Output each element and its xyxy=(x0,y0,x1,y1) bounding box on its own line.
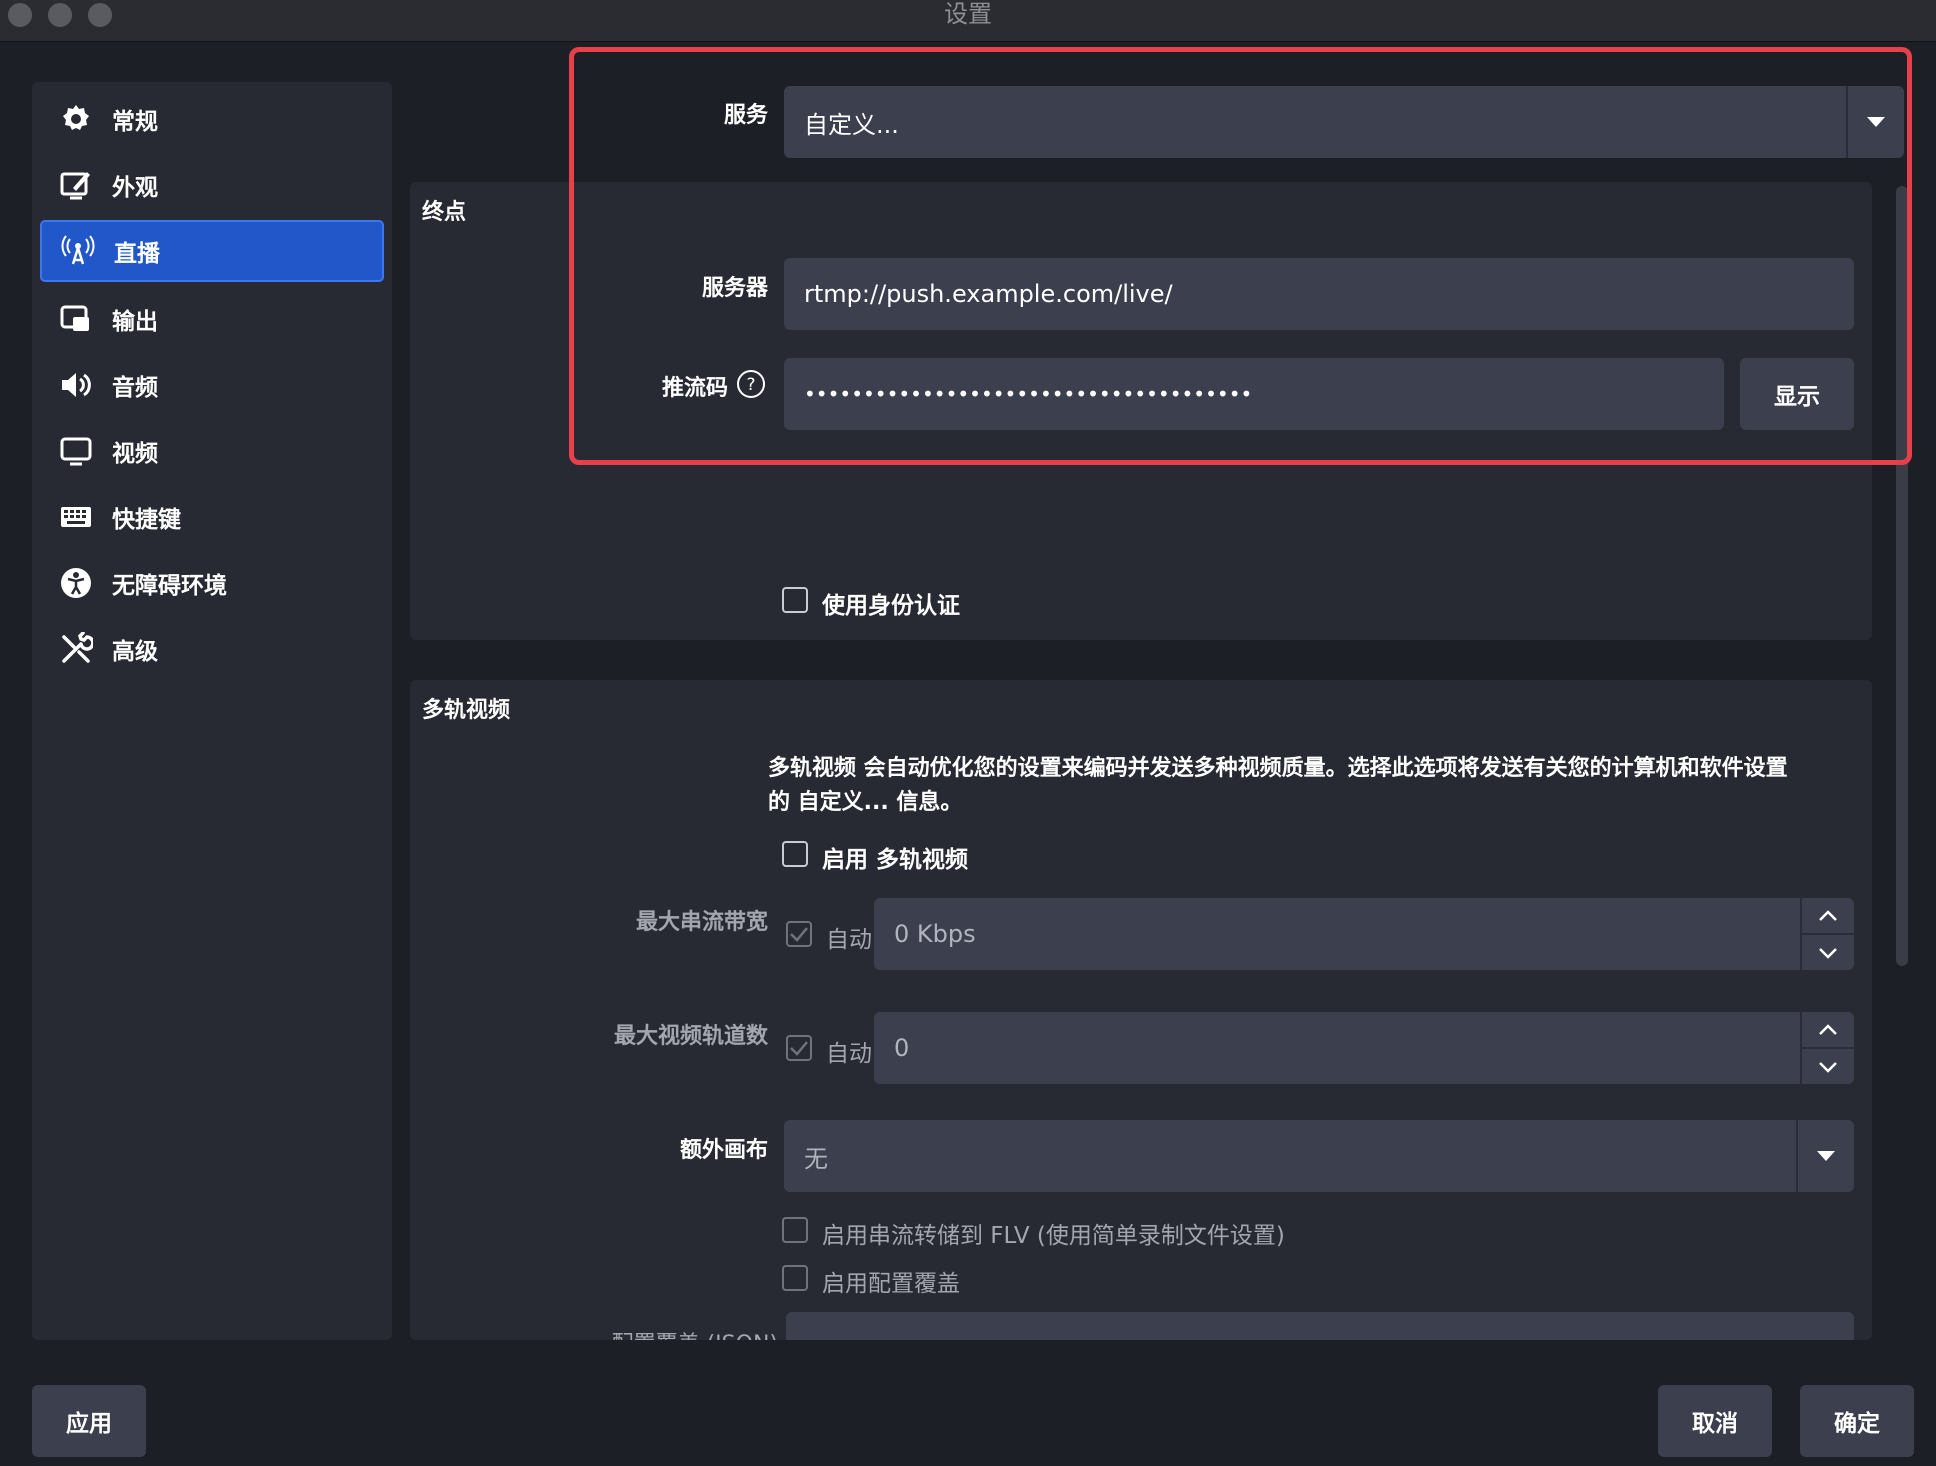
checkmark-icon xyxy=(790,1041,808,1056)
max-bitrate-spinbox[interactable]: 0 Kbps xyxy=(874,898,1854,970)
svg-text:?: ? xyxy=(746,375,755,395)
max-bitrate-label: 最大串流带宽 xyxy=(635,910,768,935)
broadcast-icon xyxy=(60,233,96,269)
sidebar-item-hotkeys[interactable]: 快捷键 xyxy=(40,486,384,548)
help-icon[interactable]: ? xyxy=(736,369,766,403)
stream-key-label: 推流码 xyxy=(661,376,728,401)
chevron-up-icon[interactable] xyxy=(1802,898,1854,933)
config-override-checkbox[interactable] xyxy=(782,1265,808,1291)
endpoint-group-title: 终点 xyxy=(422,200,467,225)
sidebar-item-label: 无障碍环境 xyxy=(112,573,227,599)
multitrack-description: 多轨视频 会自动优化您的设置来编码并发送多种视频质量。选择此选项将发送有关您的计… xyxy=(768,752,1868,820)
max-bitrate-auto-checkbox[interactable] xyxy=(786,921,812,947)
appearance-icon xyxy=(58,167,94,203)
sidebar-item-label: 外观 xyxy=(112,175,158,201)
chevron-down-icon xyxy=(1796,1120,1854,1192)
extra-canvas-dropdown[interactable]: 无 xyxy=(784,1120,1854,1192)
sidebar-item-appearance[interactable]: 外观 xyxy=(40,154,384,216)
sidebar-item-label: 音频 xyxy=(112,375,158,401)
gear-icon xyxy=(58,101,94,137)
sidebar-item-audio[interactable]: 音频 xyxy=(40,354,384,416)
ok-button[interactable]: 确定 xyxy=(1800,1385,1914,1457)
tools-icon xyxy=(58,631,94,667)
config-json-row-clip: 配置覆盖 (JSON) xyxy=(410,1310,1872,1340)
speaker-icon xyxy=(58,367,94,403)
service-value: 自定义... xyxy=(804,110,899,139)
enable-multitrack-checkbox[interactable] xyxy=(782,841,808,867)
sidebar-item-stream[interactable]: 直播 xyxy=(40,220,384,282)
window-title: 设置 xyxy=(944,0,992,28)
chevron-down-icon[interactable] xyxy=(1802,933,1854,970)
max-bitrate-auto-label: 自动 xyxy=(826,927,872,953)
dump-flv-label: 启用串流转储到 FLV (使用简单录制文件设置) xyxy=(822,1223,1285,1249)
service-dropdown[interactable]: 自定义... xyxy=(784,86,1904,158)
config-json-label: 配置覆盖 (JSON) xyxy=(570,1326,778,1340)
description-line: 多轨视频 会自动优化您的设置来编码并发送多种视频质量。选择此选项将发送有关您的计… xyxy=(768,756,1788,781)
settings-sidebar: 常规 外观 直播 输出 音频 视频 快捷键 无障碍环境 高级 xyxy=(32,82,392,1340)
enable-multitrack-label: 启用 多轨视频 xyxy=(822,847,969,873)
config-json-input[interactable] xyxy=(786,1312,1854,1340)
extra-canvas-label: 额外画布 xyxy=(679,1138,768,1163)
dump-flv-checkbox[interactable] xyxy=(782,1217,808,1243)
max-tracks-auto-label: 自动 xyxy=(826,1041,872,1067)
sidebar-item-label: 常规 xyxy=(112,109,158,135)
monitor-icon xyxy=(58,433,94,469)
sidebar-item-label: 高级 xyxy=(112,639,158,665)
use-auth-checkbox[interactable] xyxy=(782,587,808,613)
multitrack-group-title: 多轨视频 xyxy=(422,698,511,723)
show-key-button[interactable]: 显示 xyxy=(1740,358,1854,430)
chevron-down-icon[interactable] xyxy=(1802,1047,1854,1084)
max-tracks-spinbox[interactable]: 0 xyxy=(874,1012,1854,1084)
server-input[interactable]: rtmp://push.example.com/live/ xyxy=(784,258,1854,330)
title-bar: 设置 xyxy=(0,0,1936,42)
sidebar-item-accessibility[interactable]: 无障碍环境 xyxy=(40,552,384,614)
keyboard-icon xyxy=(58,499,94,535)
sidebar-item-output[interactable]: 输出 xyxy=(40,288,384,350)
service-label: 服务 xyxy=(723,103,768,128)
server-value: rtmp://push.example.com/live/ xyxy=(804,280,1173,308)
stream-key-value: ••••••••••••••••••••••••••••••••••••••••… xyxy=(804,382,1254,406)
sidebar-item-label: 输出 xyxy=(112,309,158,335)
cancel-button[interactable]: 取消 xyxy=(1658,1385,1772,1457)
apply-button[interactable]: 应用 xyxy=(32,1385,146,1457)
chevron-down-icon xyxy=(1846,86,1904,158)
description-line: 的 自定义... 信息。 xyxy=(768,790,963,815)
stream-key-input[interactable]: ••••••••••••••••••••••••••••••••••••••••… xyxy=(784,358,1724,430)
use-auth-label: 使用身份认证 xyxy=(822,593,960,619)
sidebar-item-label: 快捷键 xyxy=(112,507,181,533)
max-bitrate-stepper xyxy=(1800,898,1854,970)
max-tracks-label: 最大视频轨道数 xyxy=(613,1024,768,1049)
server-label: 服务器 xyxy=(701,276,768,301)
sidebar-item-video[interactable]: 视频 xyxy=(40,420,384,482)
sidebar-item-advanced[interactable]: 高级 xyxy=(40,618,384,680)
output-icon xyxy=(58,301,94,337)
max-bitrate-value: 0 Kbps xyxy=(894,920,976,948)
max-tracks-auto-checkbox[interactable] xyxy=(786,1035,812,1061)
sidebar-item-label: 直播 xyxy=(114,241,160,267)
config-override-label: 启用配置覆盖 xyxy=(822,1271,960,1297)
accessibility-icon xyxy=(58,565,94,601)
chevron-up-icon[interactable] xyxy=(1802,1012,1854,1047)
max-tracks-value: 0 xyxy=(894,1034,910,1062)
sidebar-item-general[interactable]: 常规 xyxy=(40,88,384,150)
extra-canvas-value: 无 xyxy=(804,1144,828,1173)
max-tracks-stepper xyxy=(1800,1012,1854,1084)
checkmark-icon xyxy=(790,927,808,942)
sidebar-item-label: 视频 xyxy=(112,441,158,467)
content-scrollbar[interactable] xyxy=(1896,186,1908,966)
